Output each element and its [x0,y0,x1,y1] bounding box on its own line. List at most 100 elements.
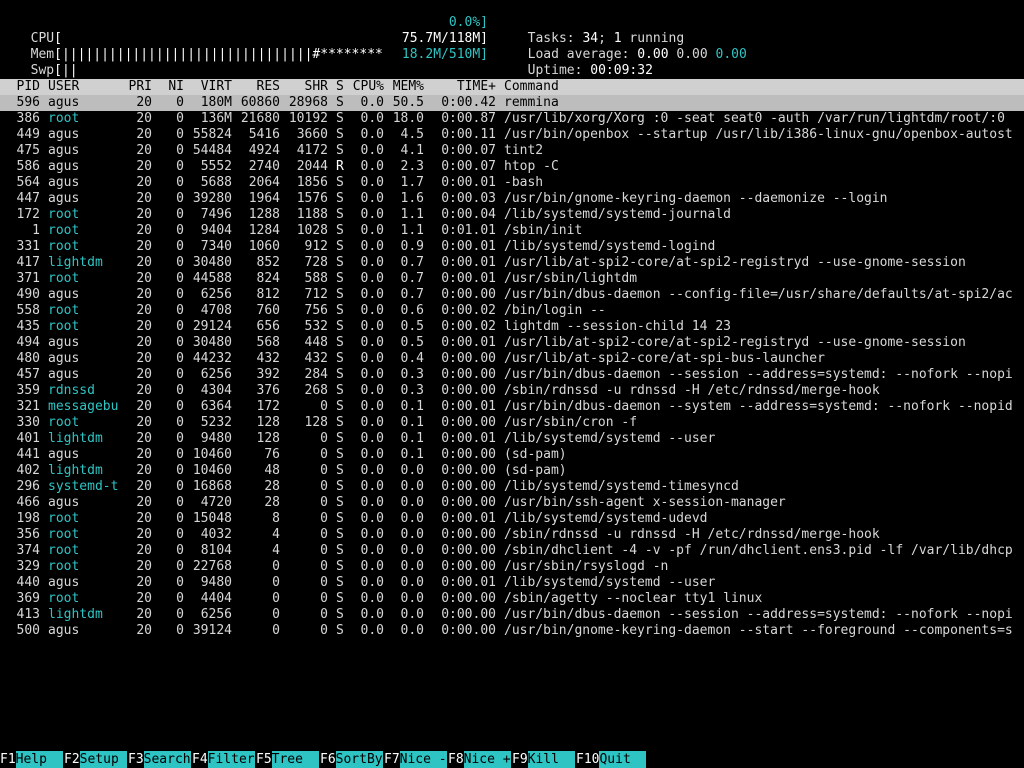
load-5: 0.00 [676,47,708,62]
process-pid: 490 [16,287,40,302]
process-mem: 0.1 [400,431,424,446]
process-row[interactable]: 475 agus 20 0 54484 4924 4172 S 0.0 4.1 0:00.07 tin… [0,143,1024,159]
process-cpu: 0.0 [360,559,384,574]
process-row[interactable]: 401 lightdm 20 0 9480 128 0 S 0.0 0.1 0:00.01/lib/… [0,431,1024,447]
fkey-f6[interactable]: F6SortBy [320,751,383,768]
process-row[interactable]: 172 root 20 0 7496 1288 1188 S 0.0 1.1 0:00.04/lib… [0,207,1024,223]
fkey-f3[interactable]: F3Search [128,751,191,768]
process-row[interactable]: 296 systemd-t 20 0 16868 28 0 S 0.0 0.0 0:00.00/li… [0,479,1024,495]
process-user: root [48,415,80,430]
process-row[interactable]: 329 root 20 0 22768 0 0 S 0.0 0.0 0:00.00/usr/sbin… [0,559,1024,575]
process-row[interactable]: 331 root 20 0 7340 1060 912 S 0.0 0.9 0:00.01/lib/… [0,239,1024,255]
fkey-f9[interactable]: F9Kill [512,751,575,768]
process-row[interactable]: 558 root 20 0 4708 760 756 S 0.0 0.6 0:00.02/bin/l… [0,303,1024,319]
process-s: S [336,223,344,238]
process-row[interactable]: 441 agus 20 0 10460 76 0 S 0.0 0.1 0:00.00 (sd-pam) [0,447,1024,463]
swp-value: 18.2M/510M] [401,47,488,62]
column-header-s[interactable]: S [336,79,344,95]
fkey-f8[interactable]: F8Nice + [448,751,511,768]
process-pid: 435 [16,319,40,334]
process-shr: 1856 [296,175,328,190]
process-row[interactable]: 198 root 20 0 15048 8 0 S 0.0 0.0 0:00.01/lib/syst… [0,511,1024,527]
process-user: agus [48,191,80,206]
process-row[interactable]: 413 lightdm 20 0 6256 0 0 S 0.0 0.0 0:00.00/usr/bi… [0,607,1024,623]
process-row[interactable]: 321 messagebu 20 0 6364 172 0 S 0.0 0.1 0:00.01/us… [0,399,1024,415]
process-row[interactable]: 457 agus 20 0 6256 392 284 S 0.0 0.3 0:00.00/usr/b… [0,367,1024,383]
fkey-f10[interactable]: F10Quit [576,751,647,768]
process-row[interactable]: 440 agus 20 0 9480 0 0 S 0.0 0.0 0:00.01/lib/syste… [0,575,1024,591]
process-row[interactable]: 500 agus 20 0 39124 0 0 S 0.0 0.0 0:00.00/usr/bin/… [0,623,1024,639]
fkey-f2[interactable]: F2Setup [64,751,127,768]
process-pri: 20 [136,415,152,430]
column-header-ni[interactable]: NI [152,79,184,95]
process-res: 4 [272,527,280,542]
fkey-f1[interactable]: F1Help [0,751,63,768]
process-row[interactable]: 359 rdnssd 20 0 4304 376 268 S 0.0 0.3 0:00.00/sbi… [0,383,1024,399]
column-header-mem[interactable]: MEM% [384,79,424,95]
column-header-shr[interactable]: SHR [280,79,328,95]
fkey-f4[interactable]: F4Filter [192,751,255,768]
process-s: S [336,367,344,382]
process-time: 0:00.02 [441,319,496,334]
column-header-cpu[interactable]: CPU% [344,79,384,95]
process-row[interactable]: 371 root 20 0 44588 824 588 S 0.0 0.7 0:00.01/usr/… [0,271,1024,287]
column-header-time[interactable]: TIME+ [424,79,496,95]
process-row[interactable]: 369 root 20 0 4404 0 0 S 0.0 0.0 0:00.00/sbin/aget… [0,591,1024,607]
process-ni: 0 [176,191,184,206]
fkey-f7[interactable]: F7Nice - [384,751,447,768]
process-shr: 0 [320,559,328,574]
process-row[interactable]: 494 agus 20 0 30480 568 448 S 0.0 0.5 0:00.01/usr/… [0,335,1024,351]
process-row[interactable]: 356 root 20 0 4032 4 0 S 0.0 0.0 0:00.00/sbin/rdns… [0,527,1024,543]
process-row[interactable]: 330 root 20 0 5232 128 128 S 0.0 0.1 0:00.00/usr/s… [0,415,1024,431]
process-ni: 0 [176,143,184,158]
process-pid: 417 [16,255,40,270]
process-row[interactable]: 480 agus 20 0 44232 432 432 S 0.0 0.4 0:00.00/usr/… [0,351,1024,367]
process-s: S [336,399,344,414]
column-header-pid[interactable]: PID [0,79,40,95]
process-row[interactable]: 586 agus 20 0 5552 2740 2044 R 0.0 2.3 0:00.07 htop… [0,159,1024,175]
column-header-pri[interactable]: PRI [120,79,152,95]
process-s: S [336,623,344,638]
process-pid: 402 [16,463,40,478]
process-row[interactable]: 466 agus 20 0 4720 28 0 S 0.0 0.0 0:00.00/usr/bin/… [0,495,1024,511]
process-pid: 329 [16,559,40,574]
process-row[interactable]: 374 root 20 0 8104 4 0 S 0.0 0.0 0:00.00/sbin/dhcl… [0,543,1024,559]
fkey-f5[interactable]: F5Tree [256,751,319,768]
process-row[interactable]: 447 agus 20 0 39280 1964 1576 S 0.0 1.6 0:00.03/us… [0,191,1024,207]
process-row[interactable]: 1 root 20 0 9404 1284 1028 S 0.0 1.1 0:01.01/sbin/… [0,223,1024,239]
process-ni: 0 [176,319,184,334]
process-pid: 500 [16,623,40,638]
column-header-cmd[interactable]: Command [504,79,1024,95]
load-15: 0.00 [715,47,747,62]
process-time: 0:00.04 [441,207,496,222]
process-cmd: /lib/systemd/systemd-udevd [504,511,708,526]
process-s: S [336,527,344,542]
process-cmd: /usr/bin/gnome-keyring-daemon --daemoniz… [504,191,888,206]
process-row[interactable]: 449 agus 20 0 55824 5416 3660 S 0.0 4.5 0:00.11/us… [0,127,1024,143]
process-row[interactable]: 417 lightdm 20 0 30480 852 728 S 0.0 0.7 0:00.01/u… [0,255,1024,271]
process-shr: 4172 [296,143,328,158]
column-header-virt[interactable]: VIRT [184,79,232,95]
column-header-res[interactable]: RES [232,79,280,95]
process-pri: 20 [136,351,152,366]
process-ni: 0 [176,623,184,638]
process-s: S [336,479,344,494]
process-s: S [336,191,344,206]
process-pid: 564 [16,175,40,190]
process-row[interactable]: 402 lightdm 20 0 10460 48 0 S 0.0 0.0 0:00.00 (sd-p… [0,463,1024,479]
process-s: S [336,607,344,622]
process-row-selected[interactable]: 596 agus 20 0 180M 60860 28968 S 0.0 50.5 0:00.42 r… [0,95,1024,111]
column-header-row[interactable]: PID USER PRI NI VIRT RES SHR S CPU% MEM% TIME+ Comm… [0,79,1024,95]
process-cmd: lightdm --session-child 14 23 [504,319,731,334]
process-row[interactable]: 435 root 20 0 29124 656 532 S 0.0 0.5 0:00.02 light… [0,319,1024,335]
process-shr: 0 [320,479,328,494]
process-row[interactable]: 564 agus 20 0 5688 2064 1856 S 0.0 1.7 0:00.01 -bas… [0,175,1024,191]
process-row[interactable]: 490 agus 20 0 6256 812 712 S 0.0 0.7 0:00.00/usr/b… [0,287,1024,303]
process-row[interactable]: 386 root 20 0 136M 21680 10192 S 0.0 18.0 0:00.87 /… [0,111,1024,127]
process-cpu: 0.0 [360,383,384,398]
column-header-user[interactable]: USER [48,79,120,95]
process-virt: 5232 [200,415,232,430]
process-user: root [48,527,80,542]
process-cmd: /usr/lib/at-spi2-core/at-spi2-registryd … [504,255,966,270]
process-cmd: remmina [504,95,559,110]
